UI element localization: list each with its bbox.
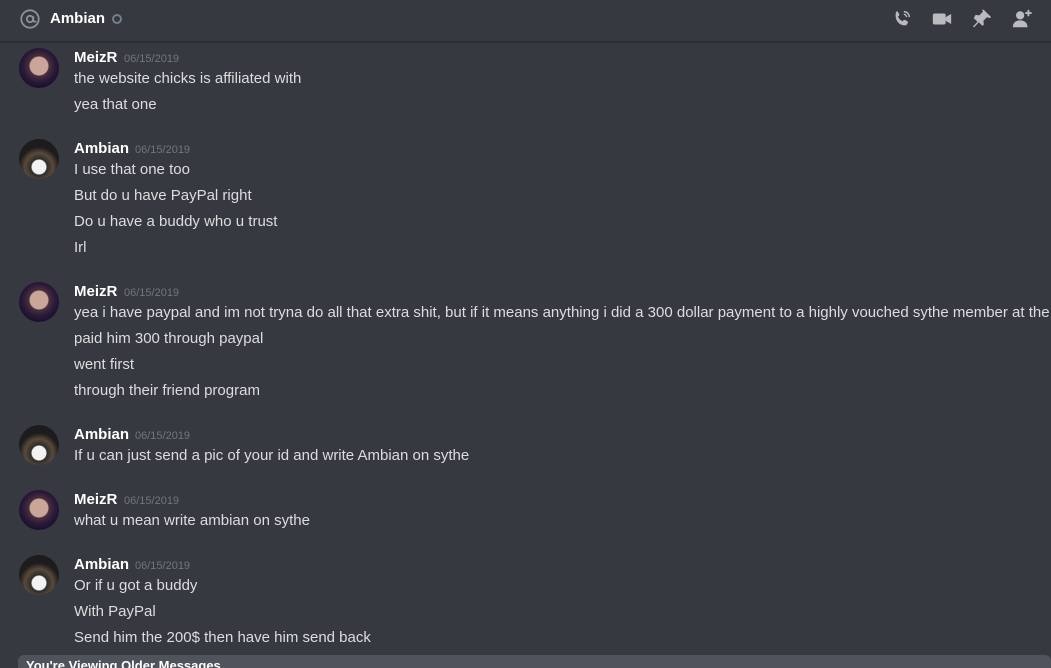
message-text: I use that one too: [74, 161, 190, 178]
message-text: through their friend program: [74, 382, 260, 399]
message-text: Irl: [74, 239, 87, 256]
message-text: With PayPal: [74, 603, 156, 620]
avatar[interactable]: [19, 490, 59, 530]
add-friend-icon[interactable]: [1010, 8, 1034, 30]
message-text: But do u have PayPal right: [74, 187, 252, 204]
message-text: what u mean write ambian on sythe: [74, 512, 310, 529]
message-timestamp: 06/15/2019: [124, 495, 180, 507]
message-text: Send him the 200$ then have him send bac…: [74, 629, 371, 646]
message-text: the website chicks is affiliated with: [74, 70, 302, 87]
username[interactable]: Ambian: [74, 426, 129, 443]
pin-icon[interactable]: [970, 8, 994, 30]
message-text: If u can just send a pic of your id and …: [74, 447, 470, 464]
username[interactable]: Ambian: [74, 140, 129, 157]
at-icon: [20, 9, 40, 29]
message-list: MeizR 06/15/2019 the website chicks is a…: [0, 43, 1051, 668]
username[interactable]: MeizR: [74, 283, 117, 300]
message-timestamp: 06/15/2019: [135, 430, 191, 442]
older-messages-label: You're Viewing Older Messages: [26, 658, 221, 668]
avatar[interactable]: [19, 48, 59, 88]
message-timestamp: 06/15/2019: [124, 53, 180, 65]
message-timestamp: 06/15/2019: [135, 144, 191, 156]
username[interactable]: Ambian: [74, 556, 129, 573]
message-text: paid him 300 through paypal: [74, 330, 264, 347]
username[interactable]: MeizR: [74, 49, 117, 66]
message-text: yea i have paypal and im not tryna do al…: [74, 304, 1050, 321]
message-text: Or if u got a buddy: [74, 577, 198, 594]
message-timestamp: 06/15/2019: [124, 287, 180, 299]
message-text: yea that one: [74, 96, 157, 113]
message-text: Do u have a buddy who u trust: [74, 213, 278, 230]
avatar[interactable]: [19, 555, 59, 595]
channel-header: Ambian: [0, 0, 1051, 42]
avatar[interactable]: [19, 139, 59, 179]
older-messages-bar[interactable]: You're Viewing Older Messages: [18, 655, 1051, 668]
message-text: went first: [74, 356, 135, 373]
channel-title: Ambian: [50, 10, 106, 27]
message-timestamp: 06/15/2019: [135, 560, 191, 572]
username[interactable]: MeizR: [74, 491, 117, 508]
offline-status-icon: [112, 14, 122, 24]
video-icon[interactable]: [930, 8, 954, 30]
avatar[interactable]: [19, 425, 59, 465]
call-icon[interactable]: [890, 8, 914, 30]
avatar[interactable]: [19, 282, 59, 322]
